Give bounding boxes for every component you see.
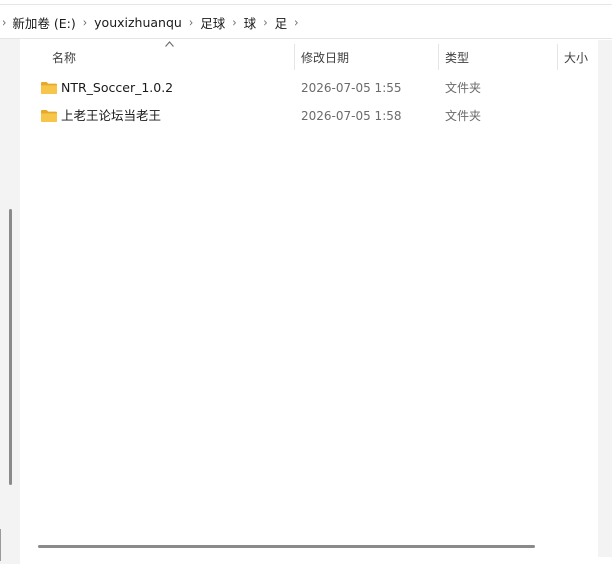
sort-ascending-icon [165, 41, 174, 47]
horizontal-scrollbar[interactable] [38, 545, 535, 548]
breadcrumb-item-drive[interactable]: 新加卷 (E:) [10, 13, 77, 32]
breadcrumb-item-qiu[interactable]: 球 [242, 13, 259, 32]
breadcrumb[interactable]: › 新加卷 (E:) › youxizhuanqu › 足球 › 球 › 足 › [0, 6, 612, 38]
column-header-size[interactable]: 大小 [564, 40, 588, 74]
column-header-date-modified[interactable]: 修改日期 [301, 40, 349, 74]
breadcrumb-chevron-icon[interactable]: › [289, 15, 303, 29]
navigation-pane[interactable] [0, 39, 20, 564]
breadcrumb-item-zuqiu[interactable]: 足球 [198, 13, 227, 32]
navigation-pane-scrollbar[interactable] [9, 209, 12, 485]
folder-icon [41, 82, 57, 94]
breadcrumb-item-zu[interactable]: 足 [273, 13, 290, 32]
file-date-modified: 2026-07-05 1:55 [301, 81, 402, 95]
navigation-pane-edge [0, 529, 1, 561]
breadcrumb-chevron-icon[interactable]: › [78, 15, 92, 29]
file-type: 文件夹 [445, 81, 482, 95]
file-list: 名称 修改日期 类型 大小 NTR_Soccer_1.0.2 2026-07-0… [22, 40, 598, 557]
breadcrumb-item-youxizhuanqu[interactable]: youxizhuanqu [92, 15, 184, 30]
breadcrumb-chevron-icon[interactable]: › [0, 15, 10, 29]
column-divider[interactable] [438, 44, 439, 70]
title-strip [0, 0, 612, 5]
file-name[interactable]: 上老王论坛当老王 [61, 102, 161, 130]
address-bar-divider [0, 38, 612, 39]
breadcrumb-chevron-icon[interactable]: › [227, 15, 241, 29]
breadcrumb-chevron-icon[interactable]: › [258, 15, 272, 29]
column-header-type[interactable]: 类型 [445, 40, 469, 74]
file-type: 文件夹 [445, 109, 482, 123]
column-divider[interactable] [557, 44, 558, 70]
breadcrumb-chevron-icon[interactable]: › [184, 15, 198, 29]
file-row[interactable]: 上老王论坛当老王 2026-07-05 1:58 文件夹 [36, 102, 596, 130]
column-divider[interactable] [294, 44, 295, 70]
column-header: 名称 修改日期 类型 大小 [22, 40, 598, 74]
column-header-name[interactable]: 名称 [52, 40, 76, 74]
folder-icon [41, 110, 57, 122]
file-explorer-window: › 新加卷 (E:) › youxizhuanqu › 足球 › 球 › 足 ›… [0, 0, 612, 564]
vertical-scroll-track[interactable] [598, 40, 612, 557]
file-row[interactable]: NTR_Soccer_1.0.2 2026-07-05 1:55 文件夹 [36, 74, 596, 102]
file-name[interactable]: NTR_Soccer_1.0.2 [61, 74, 173, 102]
file-date-modified: 2026-07-05 1:58 [301, 109, 402, 123]
